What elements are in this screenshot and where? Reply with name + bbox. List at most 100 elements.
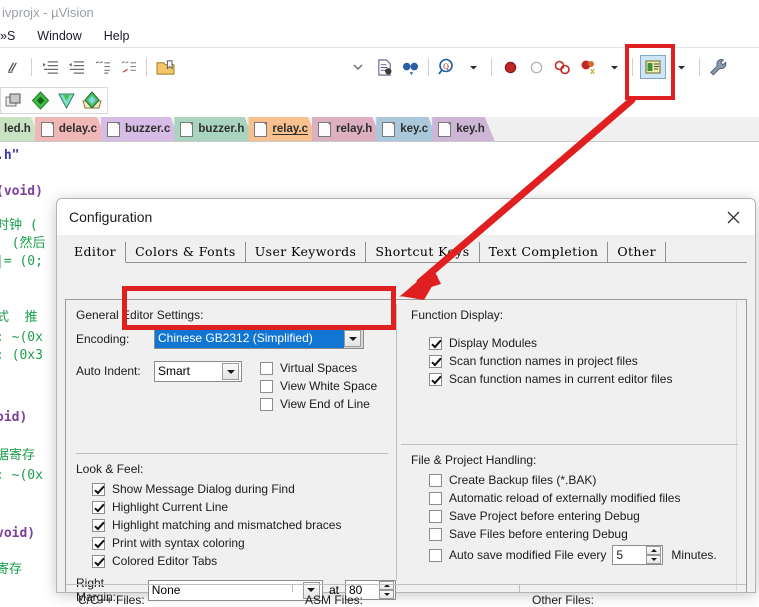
auto-indent-dropdown[interactable]: Smart (154, 361, 242, 382)
target-options-icon[interactable] (3, 90, 25, 112)
checkbox-box[interactable] (260, 379, 273, 393)
checkbox-show-message-dialog-during-find[interactable]: Show Message Dialog during Find (92, 482, 396, 496)
checkbox-box[interactable] (260, 361, 273, 375)
checkbox-highlight-matching-braces[interactable]: Highlight matching and mismatched braces (92, 518, 396, 532)
toolbar-row-2-group (0, 87, 108, 114)
indent-decrease-icon[interactable] (65, 56, 87, 78)
batch-build-icon[interactable] (81, 90, 103, 112)
checkbox-print-with-syntax-coloring[interactable]: Print with syntax coloring (92, 536, 396, 550)
checkbox-automatic-reload[interactable]: Automatic reload of externally modified … (429, 491, 746, 505)
stepper-up-icon[interactable] (646, 546, 662, 555)
chevron-down-icon[interactable] (222, 363, 239, 380)
encoding-value: Chinese GB2312 (Simplified) (155, 329, 344, 348)
menu-item-cs[interactable]: »S (0, 29, 26, 43)
look-and-feel-heading: Look & Feel: (76, 462, 144, 476)
checkbox-highlight-current-line[interactable]: Highlight Current Line (92, 500, 396, 514)
checkbox-box[interactable] (429, 473, 442, 487)
close-icon[interactable] (711, 200, 755, 234)
editor-tab-relay-c[interactable]: relay.c (248, 117, 318, 141)
code-line: oid) (0, 410, 28, 425)
checkbox-scan-function-names-current-editor-files[interactable]: Scan function names in current editor fi… (429, 372, 746, 386)
stepper-buttons[interactable] (646, 546, 662, 564)
chevron-down-icon[interactable] (347, 56, 369, 78)
toolbar-separator-5 (632, 58, 633, 76)
indent-increase-icon[interactable] (39, 56, 61, 78)
bookmark-folder-icon[interactable] (154, 56, 176, 78)
tab-user-keywords[interactable]: User Keywords (245, 242, 367, 262)
window-manage-icon[interactable] (640, 55, 666, 79)
tab-text-completion[interactable]: Text Completion (479, 242, 609, 262)
checkbox-colored-editor-tabs[interactable]: Colored Editor Tabs (92, 554, 396, 568)
code-line: .h" (0, 148, 20, 163)
editor-tab-buzzer-c[interactable]: buzzer.c (101, 117, 180, 141)
checkbox-create-backup-files[interactable]: Create Backup files (*.BAK) (429, 473, 746, 487)
checkbox-box[interactable] (429, 548, 442, 562)
encoding-dropdown[interactable]: Chinese GB2312 (Simplified) (154, 328, 364, 349)
format-paint-icon[interactable] (2, 56, 24, 78)
checkbox-label: Virtual Spaces (280, 361, 358, 375)
checkbox-auto-save-modified-file[interactable]: Auto save modified File every 5 Minutes. (429, 545, 746, 565)
magnifier-target-icon[interactable]: Q (436, 56, 458, 78)
editor-tab-key-h[interactable]: key.h (432, 117, 495, 141)
configuration-dialog[interactable]: Configuration Editor Colors & Fonts User… (56, 198, 756, 607)
checkbox-virtual-spaces[interactable]: Virtual Spaces (260, 361, 377, 375)
checkbox-view-white-space[interactable]: View White Space (260, 379, 377, 393)
diamond-green-icon[interactable] (29, 90, 51, 112)
checkbox-box[interactable] (429, 336, 442, 350)
file-document-icon[interactable] (373, 56, 395, 78)
autosave-interval-stepper[interactable]: 5 (612, 545, 664, 565)
autosave-interval-value: 5 (616, 548, 624, 562)
checkbox-view-end-of-line[interactable]: View End of Line (260, 397, 377, 411)
dropdown-arrow2-icon[interactable] (603, 56, 625, 78)
other-files-label: Other Files: (532, 593, 595, 607)
checkbox-box[interactable] (429, 354, 442, 368)
checkbox-box[interactable] (92, 482, 105, 496)
checkbox-scan-function-names-project-files[interactable]: Scan function names in project files (429, 354, 746, 368)
tab-other[interactable]: Other (608, 242, 667, 262)
comment-lines-icon[interactable] (91, 56, 113, 78)
tab-editor[interactable]: Editor (65, 242, 127, 263)
checkbox-save-project-before-debug[interactable]: Save Project before entering Debug (429, 509, 746, 523)
chevron-down-icon[interactable] (344, 330, 361, 347)
toolbar-row-2 (0, 85, 759, 117)
checkbox-save-files-before-debug[interactable]: Save Files before entering Debug (429, 527, 746, 541)
checkbox-label: Automatic reload of externally modified … (449, 491, 681, 505)
breakpoint-disabled-icon[interactable] (525, 56, 547, 78)
dialog-body: Editor Colors & Fonts User Keywords Shor… (57, 235, 755, 607)
checkbox-label: Highlight Current Line (112, 500, 229, 514)
dropdown-arrow3-icon[interactable] (670, 56, 692, 78)
checkbox-box[interactable] (92, 554, 105, 568)
breakpoint-red-icon[interactable] (499, 56, 521, 78)
dropdown-arrow-icon[interactable] (462, 56, 484, 78)
wrench-configuration-icon[interactable] (707, 56, 729, 78)
code-line: 寄存 (0, 562, 23, 577)
editor-tab-led-h[interactable]: led.h (0, 117, 41, 141)
checkbox-label: Save Project before entering Debug (449, 509, 640, 523)
checkbox-box[interactable] (429, 527, 442, 541)
code-line: : ~(0x (0, 468, 43, 483)
menu-item-window[interactable]: Window (26, 29, 92, 43)
checkbox-box[interactable] (92, 500, 105, 514)
checkbox-box[interactable] (92, 518, 105, 532)
editor-tab-buzzer-h[interactable]: buzzer.h (174, 117, 254, 141)
checkbox-box[interactable] (429, 372, 442, 386)
checkbox-box[interactable] (429, 509, 442, 523)
tab-colors-and-fonts[interactable]: Colors & Fonts (126, 242, 246, 262)
code-line: : ~(0x (0, 330, 43, 345)
editor-tab-relay-h[interactable]: relay.h (312, 117, 382, 141)
menu-item-help[interactable]: Help (93, 29, 141, 43)
checkbox-box[interactable] (429, 491, 442, 505)
checkbox-display-modules[interactable]: Display Modules (429, 336, 746, 350)
editor-tab-label: buzzer.c (125, 123, 171, 135)
stepper-down-icon[interactable] (646, 555, 662, 564)
breakpoints-disable-icon[interactable]: x (577, 56, 599, 78)
checkbox-box[interactable] (260, 397, 273, 411)
diamond-teal-icon[interactable] (55, 90, 77, 112)
editor-tab-key-c[interactable]: key.c (376, 117, 438, 141)
uncomment-lines-icon[interactable] (117, 56, 139, 78)
binoculars-icon[interactable] (399, 56, 421, 78)
editor-tab-delay-c[interactable]: delay.c (35, 117, 107, 141)
breakpoints-kill-icon[interactable] (551, 56, 573, 78)
checkbox-box[interactable] (92, 536, 105, 550)
tab-shortcut-keys[interactable]: Shortcut Keys (366, 242, 480, 262)
